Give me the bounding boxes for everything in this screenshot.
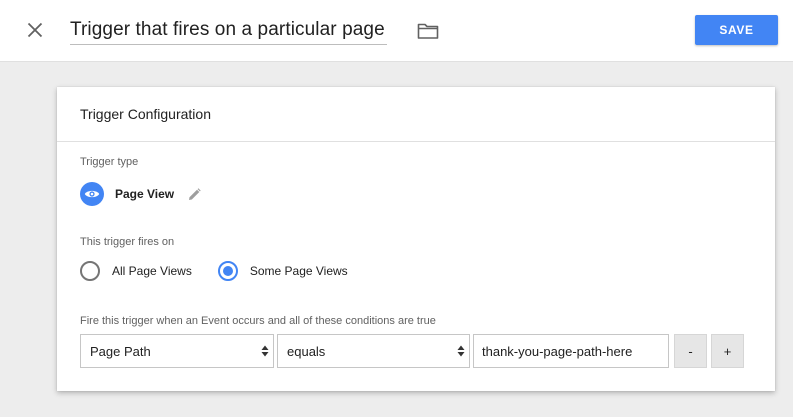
condition-value-input[interactable]: thank-you-page-path-here (473, 334, 669, 368)
trigger-type-label: Trigger type (80, 156, 139, 168)
fires-on-radio-group: All Page Views Some Page Views (80, 261, 348, 281)
folder-button[interactable] (416, 20, 440, 42)
top-bar: Trigger that fires on a particular page … (0, 0, 793, 62)
fires-on-label: This trigger fires on (80, 236, 175, 248)
radio-button-selected[interactable] (217, 261, 238, 281)
radio-some-page-views[interactable]: Some Page Views (217, 261, 348, 281)
trigger-configuration-card: Trigger Configuration Trigger type Page … (57, 87, 775, 391)
folder-icon (417, 23, 439, 39)
close-icon (27, 22, 43, 38)
variable-select-value: Page Path (90, 343, 151, 359)
condition-row: Page Path equals thank-you-page-path-her… (80, 334, 744, 368)
radio-all-page-views[interactable]: All Page Views (80, 261, 192, 281)
eye-icon (80, 182, 104, 206)
updown-arrow-icon (457, 345, 465, 357)
add-condition-button[interactable]: + (711, 334, 744, 368)
operator-select[interactable]: equals (277, 334, 470, 368)
operator-select-value: equals (287, 343, 326, 359)
close-button[interactable] (22, 17, 48, 43)
variable-select[interactable]: Page Path (80, 334, 274, 368)
save-button[interactable]: SAVE (695, 15, 778, 45)
updown-arrow-icon (261, 345, 269, 357)
trigger-type-value: Page View (115, 187, 175, 201)
card-title: Trigger Configuration (57, 87, 775, 142)
radio-label: All Page Views (112, 264, 192, 278)
remove-condition-button[interactable]: - (674, 334, 707, 368)
pencil-icon[interactable] (188, 187, 201, 201)
condition-label: Fire this trigger when an Event occurs a… (80, 315, 436, 327)
radio-button[interactable] (80, 261, 100, 281)
radio-label: Some Page Views (249, 264, 348, 278)
trigger-name-input[interactable]: Trigger that fires on a particular page (70, 17, 387, 45)
trigger-type-row[interactable]: Page View (80, 182, 201, 206)
